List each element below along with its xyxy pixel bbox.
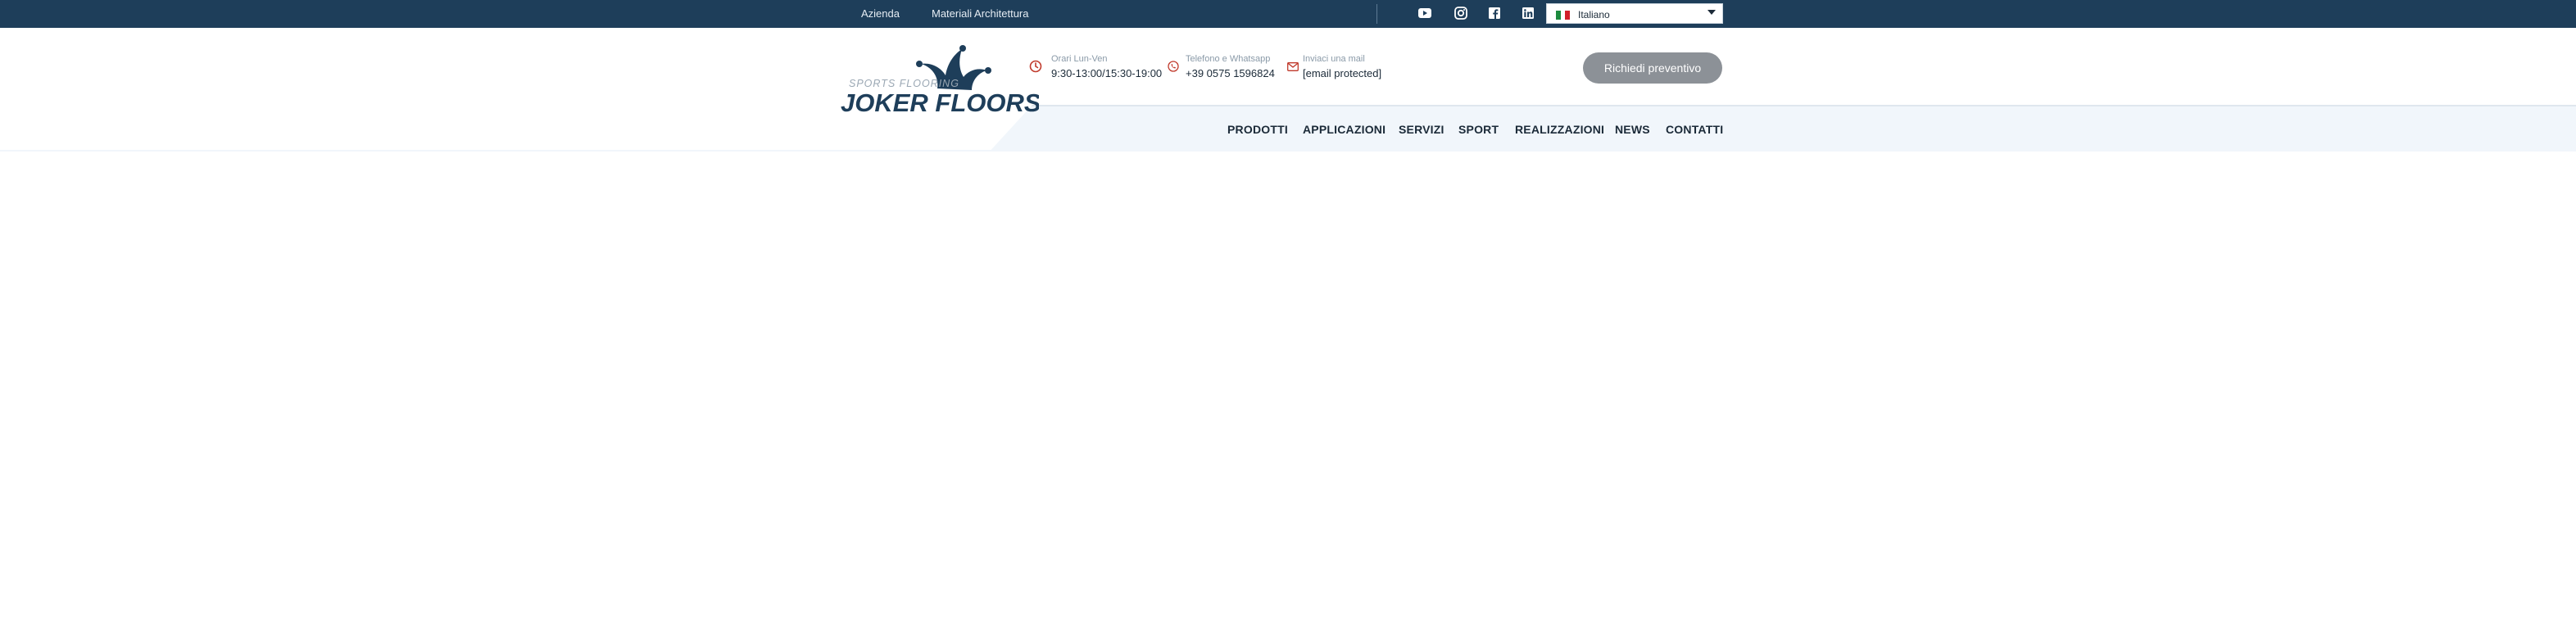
request-quote-button[interactable]: Richiedi preventivo — [1583, 52, 1722, 84]
jester-bell — [916, 61, 923, 67]
nav-item-realizzazioni[interactable]: REALIZZAZIONI — [1515, 123, 1604, 136]
logo-tagline: SPORTS FLOORING — [849, 78, 959, 89]
phone-label: Telefono e Whatsapp — [1186, 54, 1271, 64]
top-link-azienda[interactable]: Azienda — [861, 7, 900, 20]
email-label: Inviaci una mail — [1303, 54, 1365, 64]
facebook-icon[interactable] — [1487, 7, 1502, 20]
top-link-materiali-architettura[interactable]: Materiali Architettura — [932, 7, 1029, 20]
chevron-down-icon — [1708, 10, 1716, 15]
youtube-icon[interactable] — [1417, 7, 1432, 20]
language-select[interactable]: Italiano — [1546, 3, 1723, 24]
linkedin-icon[interactable] — [1521, 7, 1535, 20]
hours-label: Orari Lun-Ven — [1051, 54, 1108, 64]
nav-item-sport[interactable]: SPORT — [1458, 123, 1499, 136]
logo-brand: JOKER FLOORS — [841, 88, 1039, 117]
clock-icon — [1029, 60, 1042, 73]
phone-value[interactable]: +39 0575 1596824 — [1186, 67, 1275, 79]
nav-item-news[interactable]: NEWS — [1615, 123, 1650, 136]
jester-bell — [985, 67, 991, 74]
logo[interactable]: SPORTS FLOORING JOKER FLOORS — [841, 41, 1039, 123]
top-divider — [1376, 4, 1377, 24]
nav-item-applicazioni[interactable]: APPLICAZIONI — [1303, 123, 1386, 136]
nav-item-prodotti[interactable]: PRODOTTI — [1227, 123, 1288, 136]
hours-value: 9:30-13:00/15:30-19:00 — [1051, 67, 1163, 79]
email-value[interactable]: [email protected] — [1303, 67, 1381, 79]
mail-icon — [1287, 62, 1299, 71]
nav-item-servizi[interactable]: SERVIZI — [1399, 123, 1444, 136]
nav-item-contatti[interactable]: CONTATTI — [1666, 123, 1723, 136]
top-bar: Azienda Materiali Architettura Italiano — [0, 0, 2576, 28]
jester-bell — [959, 45, 966, 52]
instagram-icon[interactable] — [1454, 7, 1468, 20]
phone-icon — [1168, 61, 1179, 72]
language-select-value: Italiano — [1578, 9, 1610, 20]
italy-flag-icon — [1556, 11, 1571, 20]
